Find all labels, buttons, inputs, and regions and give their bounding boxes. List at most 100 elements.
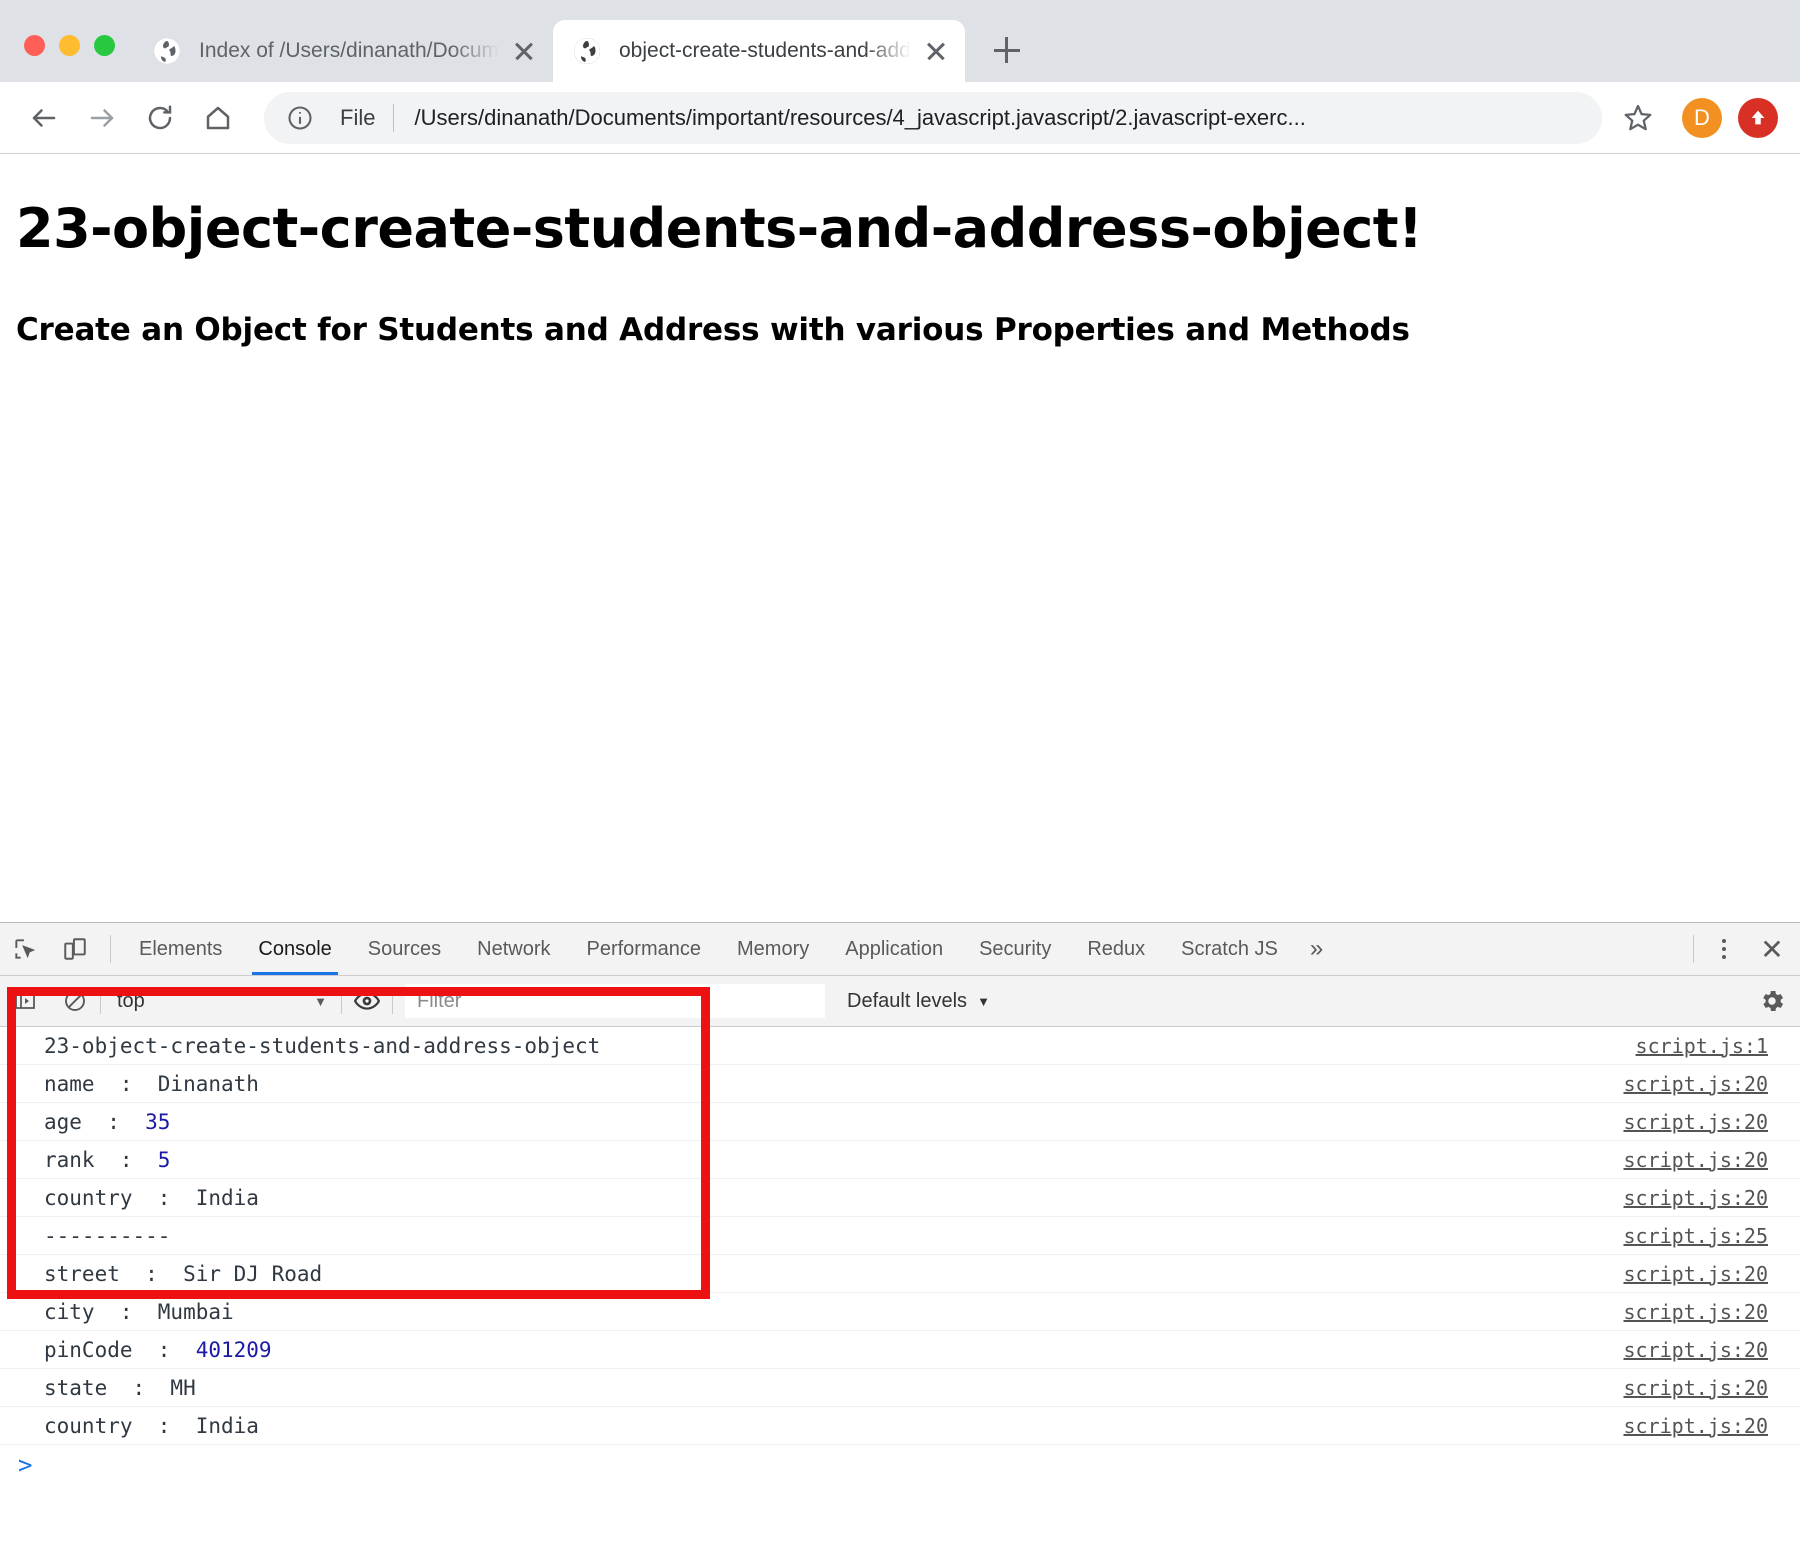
console-message-text: country : India [44,1413,259,1438]
tab-application[interactable]: Application [827,923,961,975]
omnibox-divider [393,103,395,132]
console-source-link[interactable]: script.js:20 [1624,1414,1800,1438]
filterbar-divider-3 [392,988,393,1014]
tab-sources[interactable]: Sources [350,923,459,975]
live-expression-icon[interactable] [342,988,392,1014]
console-source-link[interactable]: script.js:20 [1624,1262,1800,1286]
tab-elements[interactable]: Elements [121,923,240,975]
execution-context-selector[interactable]: top ▼ [101,990,341,1013]
gear-icon[interactable] [1744,987,1800,1015]
inspect-element-icon[interactable] [0,923,50,975]
console-message-row[interactable]: city : Mumbai script.js:20 [0,1293,1800,1331]
tab-performance[interactable]: Performance [569,923,720,975]
more-tabs-chevron-icon[interactable]: » [1296,923,1337,975]
browser-chrome: Index of /Users/dinanath/Docum object-cr… [0,0,1800,154]
info-circle-icon[interactable] [286,104,314,132]
execution-context-value: top [117,989,145,1012]
console-source-link[interactable]: script.js:20 [1624,1186,1800,1210]
console-message-row[interactable]: rank : 5 script.js:20 [0,1141,1800,1179]
console-message-text: pinCode : 401209 [44,1337,272,1362]
console-message-text: city : Mumbai [44,1299,234,1324]
console-message-row[interactable]: country : India script.js:20 [0,1407,1800,1445]
chevron-down-icon: ▼ [314,993,327,1009]
console-source-link[interactable]: script.js:20 [1624,1338,1800,1362]
console-output[interactable]: 23-object-create-students-and-address-ob… [0,1027,1800,1550]
console-message-row[interactable]: street : Sir DJ Road script.js:20 [0,1255,1800,1293]
new-tab-button[interactable] [983,26,1031,74]
devtools-tabbar: Elements Console Sources Network Perform… [0,923,1800,976]
console-message-text: ---------- [44,1223,171,1248]
console-prompt[interactable]: > [0,1445,1800,1485]
console-source-link[interactable]: script.js:20 [1624,1300,1800,1324]
console-source-link[interactable]: script.js:20 [1624,1110,1800,1134]
tab-console[interactable]: Console [240,923,349,975]
log-levels-selector[interactable]: Default levels ▼ [847,990,990,1013]
console-filter-toolbar: top ▼ Default levels ▼ [0,976,1800,1027]
show-console-sidebar-icon[interactable] [0,989,50,1013]
console-source-link[interactable]: script.js:20 [1624,1072,1800,1096]
address-bar[interactable]: File /Users/dinanath/Documents/important… [264,91,1602,144]
navigation-toolbar: File /Users/dinanath/Documents/important… [0,82,1800,154]
console-message-row[interactable]: state : MH script.js:20 [0,1369,1800,1407]
window-controls [0,35,133,82]
page-subtitle: Create an Object for Students and Addres… [16,312,1410,349]
close-window-button[interactable] [24,35,45,56]
devtools-menu-icon[interactable] [1704,923,1744,975]
clear-console-icon[interactable] [50,989,100,1013]
tab-memory[interactable]: Memory [719,923,827,975]
console-message-row[interactable]: country : India script.js:20 [0,1179,1800,1217]
globe-icon [573,37,601,65]
prompt-caret-icon: > [18,1451,33,1479]
minimize-window-button[interactable] [59,35,80,56]
console-message-number: 35 [145,1109,171,1134]
console-message-row[interactable]: ---------- script.js:25 [0,1217,1800,1255]
maximize-window-button[interactable] [94,35,115,56]
console-message-number: 401209 [195,1337,272,1362]
toolbar-divider-right [1693,935,1694,963]
tabbar-spacer [1337,923,1683,975]
console-message-text: country : India [44,1185,259,1210]
console-message-row[interactable]: age : 35 script.js:20 [0,1103,1800,1141]
arrow-up-icon[interactable] [1738,97,1778,138]
tab-redux[interactable]: Redux [1069,923,1163,975]
close-tab-2-button[interactable] [921,36,951,66]
profile-avatar[interactable]: D [1682,97,1722,138]
log-levels-value: Default levels [847,989,968,1012]
console-source-link[interactable]: script.js:20 [1624,1148,1800,1172]
console-message-text: state : MH [44,1375,196,1400]
tab-security[interactable]: Security [961,923,1069,975]
device-toolbar-icon[interactable] [50,923,100,975]
console-message-text: age : 35 [44,1109,171,1134]
tab-network[interactable]: Network [459,923,568,975]
page-title: 23-object-create-students-and-address-ob… [16,197,1423,260]
filter-input[interactable] [405,984,825,1018]
reload-icon[interactable] [134,92,186,144]
forward-arrow-icon[interactable] [76,92,128,144]
back-arrow-icon[interactable] [18,92,70,144]
browser-tab-1[interactable]: Index of /Users/dinanath/Docum [133,20,553,82]
tab-strip: Index of /Users/dinanath/Docum object-cr… [0,0,1800,82]
console-message-row[interactable]: 23-object-create-students-and-address-ob… [0,1027,1800,1065]
console-message-row[interactable]: name : Dinanath script.js:20 [0,1065,1800,1103]
console-source-link[interactable]: script.js:25 [1624,1224,1800,1248]
console-message-text: street : Sir DJ Road [44,1261,323,1286]
browser-tab-2-title: object-create-students-and-add [619,39,911,62]
url-text: /Users/dinanath/Documents/important/reso… [414,104,1306,130]
url-scheme-label: File [340,104,376,130]
page-content: 23-object-create-students-and-address-ob… [0,154,1800,922]
home-icon[interactable] [192,92,244,144]
tab-scratch-js[interactable]: Scratch JS [1163,923,1296,975]
console-message-number: 5 [157,1147,171,1172]
close-tab-1-button[interactable] [509,36,539,66]
browser-tab-2[interactable]: object-create-students-and-add [553,20,965,82]
console-message-row[interactable]: pinCode : 401209 script.js:20 [0,1331,1800,1369]
star-outline-icon[interactable] [1612,92,1664,144]
console-source-link[interactable]: script.js:1 [1636,1034,1800,1058]
console-message-text: rank : 5 [44,1147,171,1172]
console-message-text: name : Dinanath [44,1071,259,1096]
devtools-panel: Elements Console Sources Network Perform… [0,922,1800,1550]
browser-tab-1-title: Index of /Users/dinanath/Docum [199,39,499,62]
console-message-text: 23-object-create-students-and-address-ob… [44,1033,601,1058]
close-devtools-icon[interactable]: ✕ [1744,923,1800,975]
console-source-link[interactable]: script.js:20 [1624,1376,1800,1400]
